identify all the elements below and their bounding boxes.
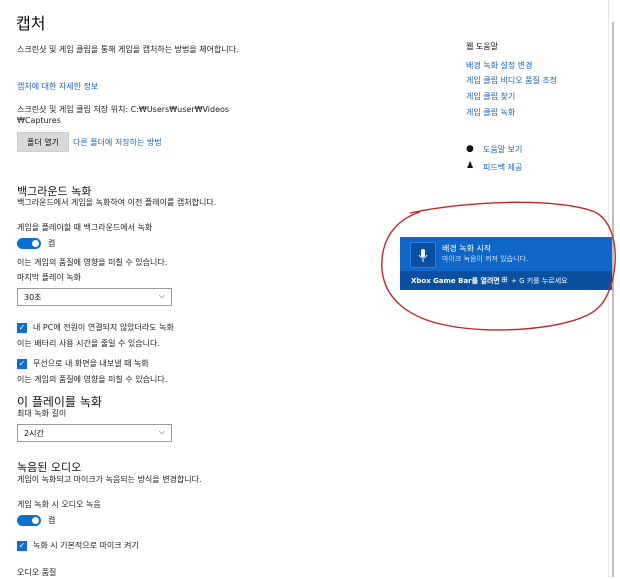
red-circle-annotation — [381, 201, 616, 331]
